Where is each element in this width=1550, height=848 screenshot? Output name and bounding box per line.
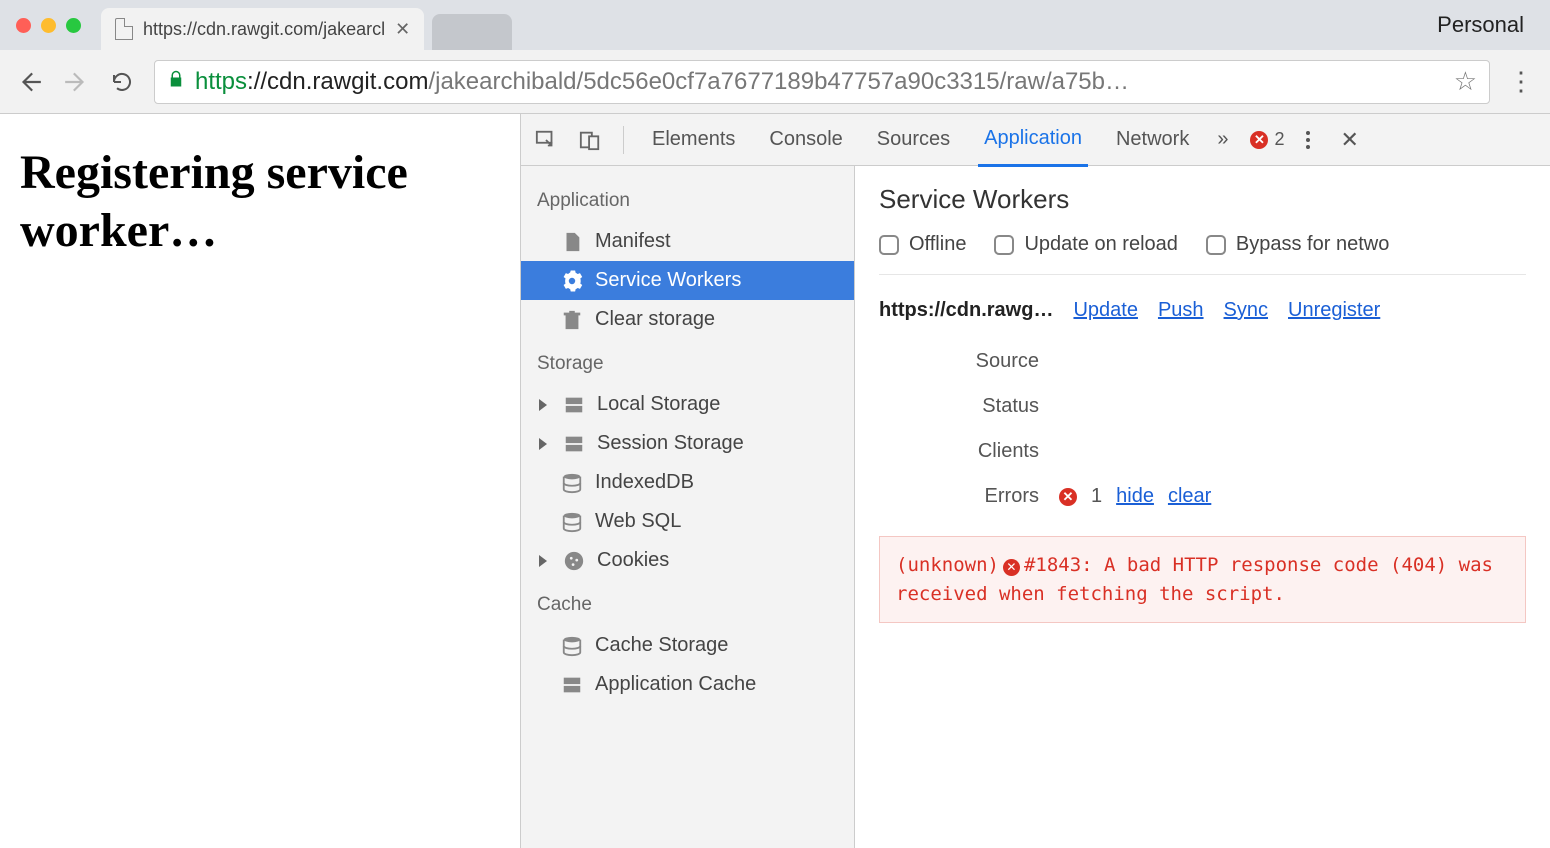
address-bar[interactable]: https://cdn.rawgit.com/jakearchibald/5dc… (154, 60, 1490, 104)
lock-icon (167, 68, 185, 96)
link-hide-errors[interactable]: hide (1116, 485, 1154, 508)
new-tab-button[interactable] (432, 14, 512, 50)
reload-button[interactable] (108, 68, 136, 96)
tab-console[interactable]: Console (763, 114, 848, 165)
label-source: Source (879, 350, 1059, 373)
checkbox-icon[interactable] (994, 235, 1014, 255)
browser-menu-icon[interactable]: ⋮ (1508, 76, 1534, 86)
sidebar-item-service-workers[interactable]: Service Workers (521, 261, 854, 300)
checkbox-icon[interactable] (879, 235, 899, 255)
device-toolbar-icon[interactable] (579, 129, 601, 151)
link-sync[interactable]: Sync (1224, 299, 1268, 322)
close-tab-icon[interactable]: ✕ (395, 19, 410, 40)
checkbox-offline[interactable]: Offline (879, 233, 966, 256)
checkbox-bypass-network[interactable]: Bypass for netwo (1206, 233, 1389, 256)
sidebar-item-websql[interactable]: Web SQL (521, 502, 854, 541)
group-cache: Cache (521, 580, 854, 626)
link-unregister[interactable]: Unregister (1288, 299, 1380, 322)
maximize-window-icon[interactable] (66, 18, 81, 33)
sidebar-item-cookies[interactable]: Cookies (521, 541, 854, 580)
expand-icon[interactable] (539, 399, 547, 411)
minimize-window-icon[interactable] (41, 18, 56, 33)
back-button[interactable] (16, 68, 44, 96)
tab-sources[interactable]: Sources (871, 114, 956, 165)
label-clients: Clients (879, 440, 1059, 463)
tab-title: https://cdn.rawgit.com/jakearcl (143, 19, 385, 40)
error-badge-icon: ✕ (1250, 131, 1268, 149)
close-window-icon[interactable] (16, 18, 31, 33)
sidebar-item-clear-storage[interactable]: Clear storage (521, 300, 854, 339)
sidebar-item-local-storage[interactable]: Local Storage (521, 385, 854, 424)
sidebar-item-session-storage[interactable]: Session Storage (521, 424, 854, 463)
group-application: Application (521, 176, 854, 222)
link-push[interactable]: Push (1158, 299, 1204, 322)
link-clear-errors[interactable]: clear (1168, 485, 1211, 508)
error-count: 1 (1091, 485, 1102, 508)
error-message: (unknown)✕#1843: A bad HTTP response cod… (879, 536, 1526, 623)
tab-network[interactable]: Network (1110, 114, 1195, 165)
page-content: Registering service worker… (0, 114, 520, 848)
sidebar-item-manifest[interactable]: Manifest (521, 222, 854, 261)
expand-icon[interactable] (539, 555, 547, 567)
page-heading: Registering service worker… (20, 144, 500, 259)
window-controls[interactable] (16, 18, 81, 33)
tab-elements[interactable]: Elements (646, 114, 741, 165)
url-text: https://cdn.rawgit.com/jakearchibald/5dc… (195, 68, 1129, 96)
label-status: Status (879, 395, 1059, 418)
label-errors: Errors (879, 485, 1059, 508)
sidebar-item-indexeddb[interactable]: IndexedDB (521, 463, 854, 502)
panel-title: Service Workers (879, 184, 1526, 215)
checkbox-update-on-reload[interactable]: Update on reload (994, 233, 1177, 256)
profile-label[interactable]: Personal (1437, 12, 1534, 38)
error-x-icon: ✕ (1003, 559, 1020, 576)
bookmark-star-icon[interactable]: ☆ (1454, 66, 1477, 97)
sidebar-item-cache-storage[interactable]: Cache Storage (521, 626, 854, 665)
error-badge-icon: ✕ (1059, 488, 1077, 506)
sidebar-item-application-cache[interactable]: Application Cache (521, 665, 854, 704)
page-icon (115, 18, 133, 40)
application-sidebar: Application Manifest Service Workers Cle… (521, 166, 855, 848)
tab-application[interactable]: Application (978, 113, 1088, 167)
devtools-menu-icon[interactable] (1306, 131, 1310, 149)
sw-scope: https://cdn.rawg… (879, 299, 1053, 322)
group-storage: Storage (521, 339, 854, 385)
error-counter[interactable]: ✕ 2 (1250, 129, 1284, 150)
divider (623, 126, 624, 154)
link-update[interactable]: Update (1073, 299, 1138, 322)
more-tabs-icon[interactable]: » (1217, 128, 1228, 151)
forward-button (62, 68, 90, 96)
devtools-close-icon[interactable]: ✕ (1340, 127, 1358, 153)
expand-icon[interactable] (539, 438, 547, 450)
devtools-panel: Elements Console Sources Application Net… (520, 114, 1550, 848)
browser-tab-active[interactable]: https://cdn.rawgit.com/jakearcl ✕ (101, 8, 424, 50)
inspect-element-icon[interactable] (535, 129, 557, 151)
checkbox-icon[interactable] (1206, 235, 1226, 255)
